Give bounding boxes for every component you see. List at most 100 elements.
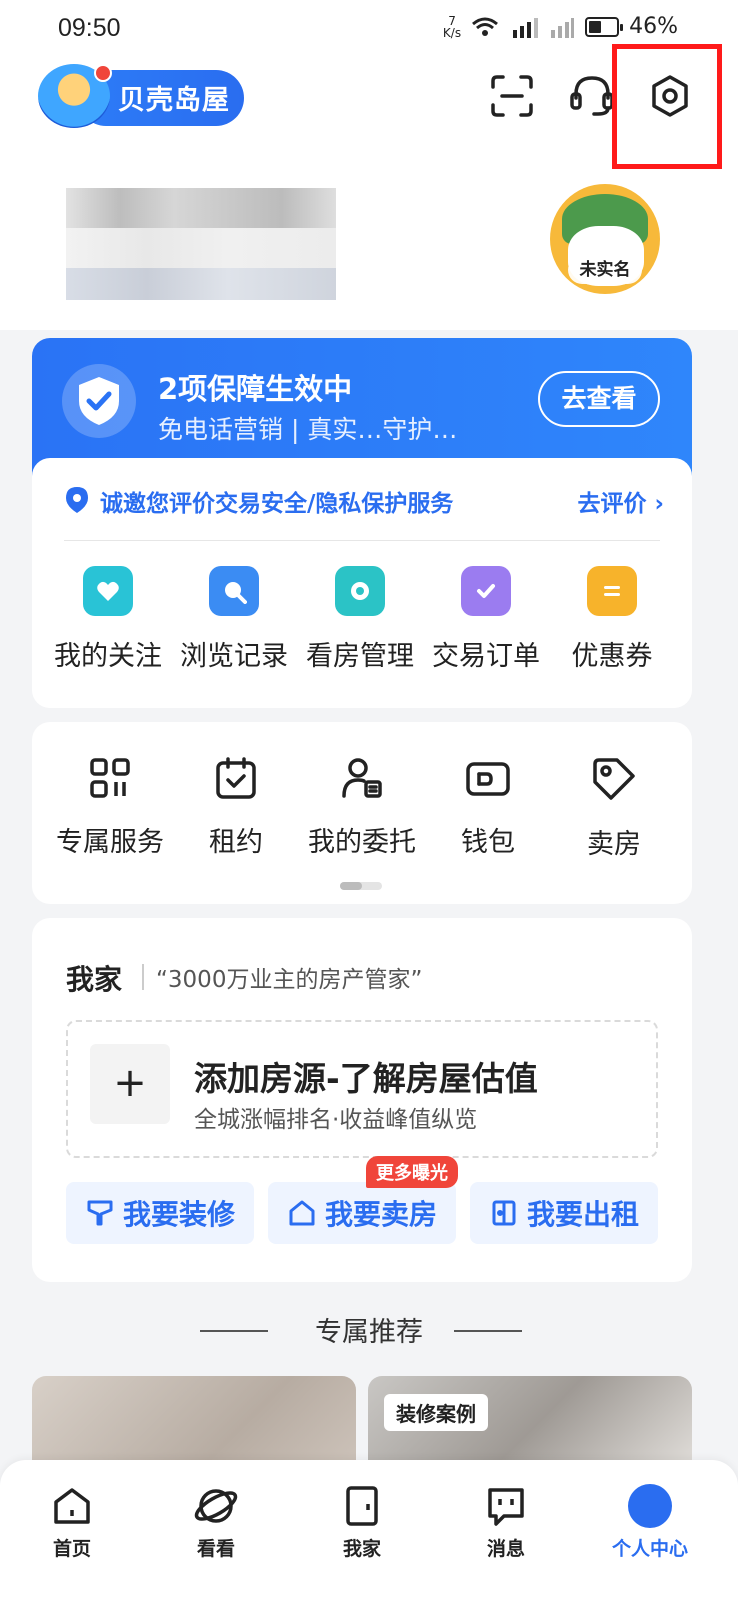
tool-label: 专属服务: [56, 827, 164, 858]
sell-house-button[interactable]: 我要卖房: [268, 1182, 456, 1244]
view-protection-button[interactable]: 去查看: [538, 371, 660, 427]
recommend-title: 专属推荐: [315, 1317, 423, 1348]
tab-explore[interactable]: 看看: [166, 1484, 266, 1561]
signal-4g-icon: [513, 17, 539, 38]
home-subtitle: “3000万业主的房产管家”: [156, 967, 423, 993]
heart-house-icon: [83, 566, 133, 616]
divider: [64, 540, 660, 541]
tool-label: 我的委托: [308, 827, 416, 858]
coupon-icon: [587, 566, 637, 616]
tool-label: 卖房: [587, 829, 641, 860]
tools-card: 专属服务 租约 我的委托 钱包 卖房: [32, 722, 692, 904]
door-icon: [492, 1200, 516, 1226]
tool-entrust[interactable]: 我的委托: [292, 756, 432, 859]
evaluate-action[interactable]: 去评价 ›: [578, 484, 665, 518]
settings-highlight-box: [612, 44, 722, 169]
tool-exclusive-service[interactable]: 专属服务: [40, 756, 180, 859]
evaluate-text: 诚邀您评价交易安全/隐私保护服务: [100, 491, 454, 517]
more-exposure-badge: 更多曝光: [366, 1156, 458, 1188]
app-logo[interactable]: 贝壳岛屋: [38, 64, 248, 128]
add-property-subtitle: 全城涨幅排名·收益峰值纵览: [194, 1107, 478, 1133]
tab-home[interactable]: 首页: [22, 1484, 122, 1561]
evaluate-service-link[interactable]: 诚邀您评价交易安全/隐私保护服务 去评价 ›: [64, 480, 664, 520]
tool-label: 钱包: [461, 827, 515, 858]
folder-icon: [335, 566, 385, 616]
status-time: 09:50: [58, 14, 121, 42]
protection-card: 2项保障生效中 免电话营销 | 真实…守护… 去查看 诚邀您评价交易安全/隐私保…: [32, 338, 692, 708]
quick-item-label: 看房管理: [306, 641, 414, 672]
customer-service-button[interactable]: [566, 70, 618, 122]
tab-profile[interactable]: 个人中心: [600, 1484, 700, 1561]
planet-icon: [194, 1489, 238, 1523]
tool-lease[interactable]: 租约: [166, 756, 306, 859]
verification-tag: 未实名: [568, 256, 642, 284]
search-icon: [209, 566, 259, 616]
renovate-button[interactable]: 我要装修: [66, 1182, 254, 1244]
scan-button[interactable]: [486, 70, 538, 122]
protection-title: 2项保障生效中: [158, 372, 353, 406]
quick-item-viewing[interactable]: 看房管理: [298, 566, 422, 673]
renovate-label: 我要装修: [122, 1198, 235, 1231]
profile-icon: [628, 1484, 672, 1528]
quick-item-orders[interactable]: 交易订单: [424, 566, 548, 673]
chat-icon: [488, 1488, 524, 1526]
evaluate-action-label: 去评价: [577, 491, 647, 517]
battery-icon: [585, 16, 624, 37]
rent-out-button[interactable]: 我要出租: [470, 1182, 658, 1244]
user-doc-icon: [342, 758, 382, 798]
wifi-icon: [472, 17, 499, 36]
clipboard-check-icon: [461, 566, 511, 616]
avatar[interactable]: 未实名: [550, 184, 660, 294]
calendar-check-icon: [216, 757, 256, 799]
paint-brush-icon: [87, 1200, 113, 1226]
tab-messages[interactable]: 消息: [456, 1484, 556, 1561]
battery-level: 46%: [629, 14, 678, 39]
tab-my-home[interactable]: 我家: [312, 1484, 412, 1561]
price-tag-icon: [593, 758, 635, 800]
house-icon: [289, 1200, 315, 1226]
bottom-tab-bar: 首页 看看 我家 消息 个人中心: [0, 1460, 738, 1600]
quick-item-label: 交易订单: [432, 641, 540, 672]
rent-out-label: 我要出租: [526, 1198, 639, 1231]
tab-label: 首页: [52, 1538, 91, 1560]
protection-banner[interactable]: 2项保障生效中 免电话营销 | 真实…守护… 去查看: [32, 338, 692, 478]
my-home-card: 我家 “3000万业主的房产管家” + 添加房源-了解房屋估值 全城涨幅排名·收…: [32, 918, 692, 1282]
home-icon: [54, 1488, 90, 1524]
net-speed-unit: K/s: [442, 25, 462, 40]
net-speed: 7 K/s: [443, 15, 461, 39]
chevron-right-icon: ›: [654, 491, 664, 517]
sell-house-label: 我要卖房: [324, 1198, 437, 1231]
logo-text: 贝壳岛屋: [118, 85, 230, 116]
status-icons: 7 K/s 46%: [443, 14, 678, 39]
quick-item-coupons[interactable]: 优惠券: [550, 566, 674, 673]
add-property-title: 添加房源-了解房屋估值: [194, 1059, 538, 1098]
protection-subtitle: 免电话营销 | 真实…守护…: [158, 415, 458, 444]
quick-item-history[interactable]: 浏览记录: [172, 566, 296, 673]
tool-label: 租约: [209, 827, 263, 858]
tab-label: 个人中心: [611, 1538, 688, 1560]
blurred-username: [66, 188, 336, 300]
tool-sell-house[interactable]: 卖房: [544, 756, 684, 861]
shield-check-icon: [62, 364, 136, 438]
tool-wallet[interactable]: 钱包: [418, 756, 558, 859]
notification-dot: [94, 64, 112, 82]
wallet-icon: [466, 762, 510, 796]
renovation-case-tag: 装修案例: [384, 1394, 488, 1431]
plus-icon: +: [90, 1044, 170, 1124]
page-indicator: [340, 882, 382, 890]
add-property-card[interactable]: + 添加房源-了解房屋估值 全城涨幅排名·收益峰值纵览: [66, 1020, 658, 1158]
headset-icon: [570, 76, 614, 116]
protection-body: 诚邀您评价交易安全/隐私保护服务 去评价 › 我的关注 浏览记录 看房管理 交易…: [32, 458, 692, 708]
signal-icon: [551, 17, 575, 38]
grid-apps-icon: [90, 758, 130, 798]
door-icon: [346, 1486, 378, 1526]
home-title: 我家: [66, 963, 123, 996]
tab-label: 消息: [486, 1538, 525, 1560]
quick-item-favorites[interactable]: 我的关注: [46, 566, 170, 673]
quick-item-label: 我的关注: [54, 641, 162, 672]
tab-label: 看看: [196, 1538, 235, 1560]
scan-icon: [491, 75, 533, 117]
location-pin-icon: [66, 487, 88, 513]
quick-item-label: 浏览记录: [180, 641, 288, 672]
divider-right: [454, 1330, 522, 1332]
